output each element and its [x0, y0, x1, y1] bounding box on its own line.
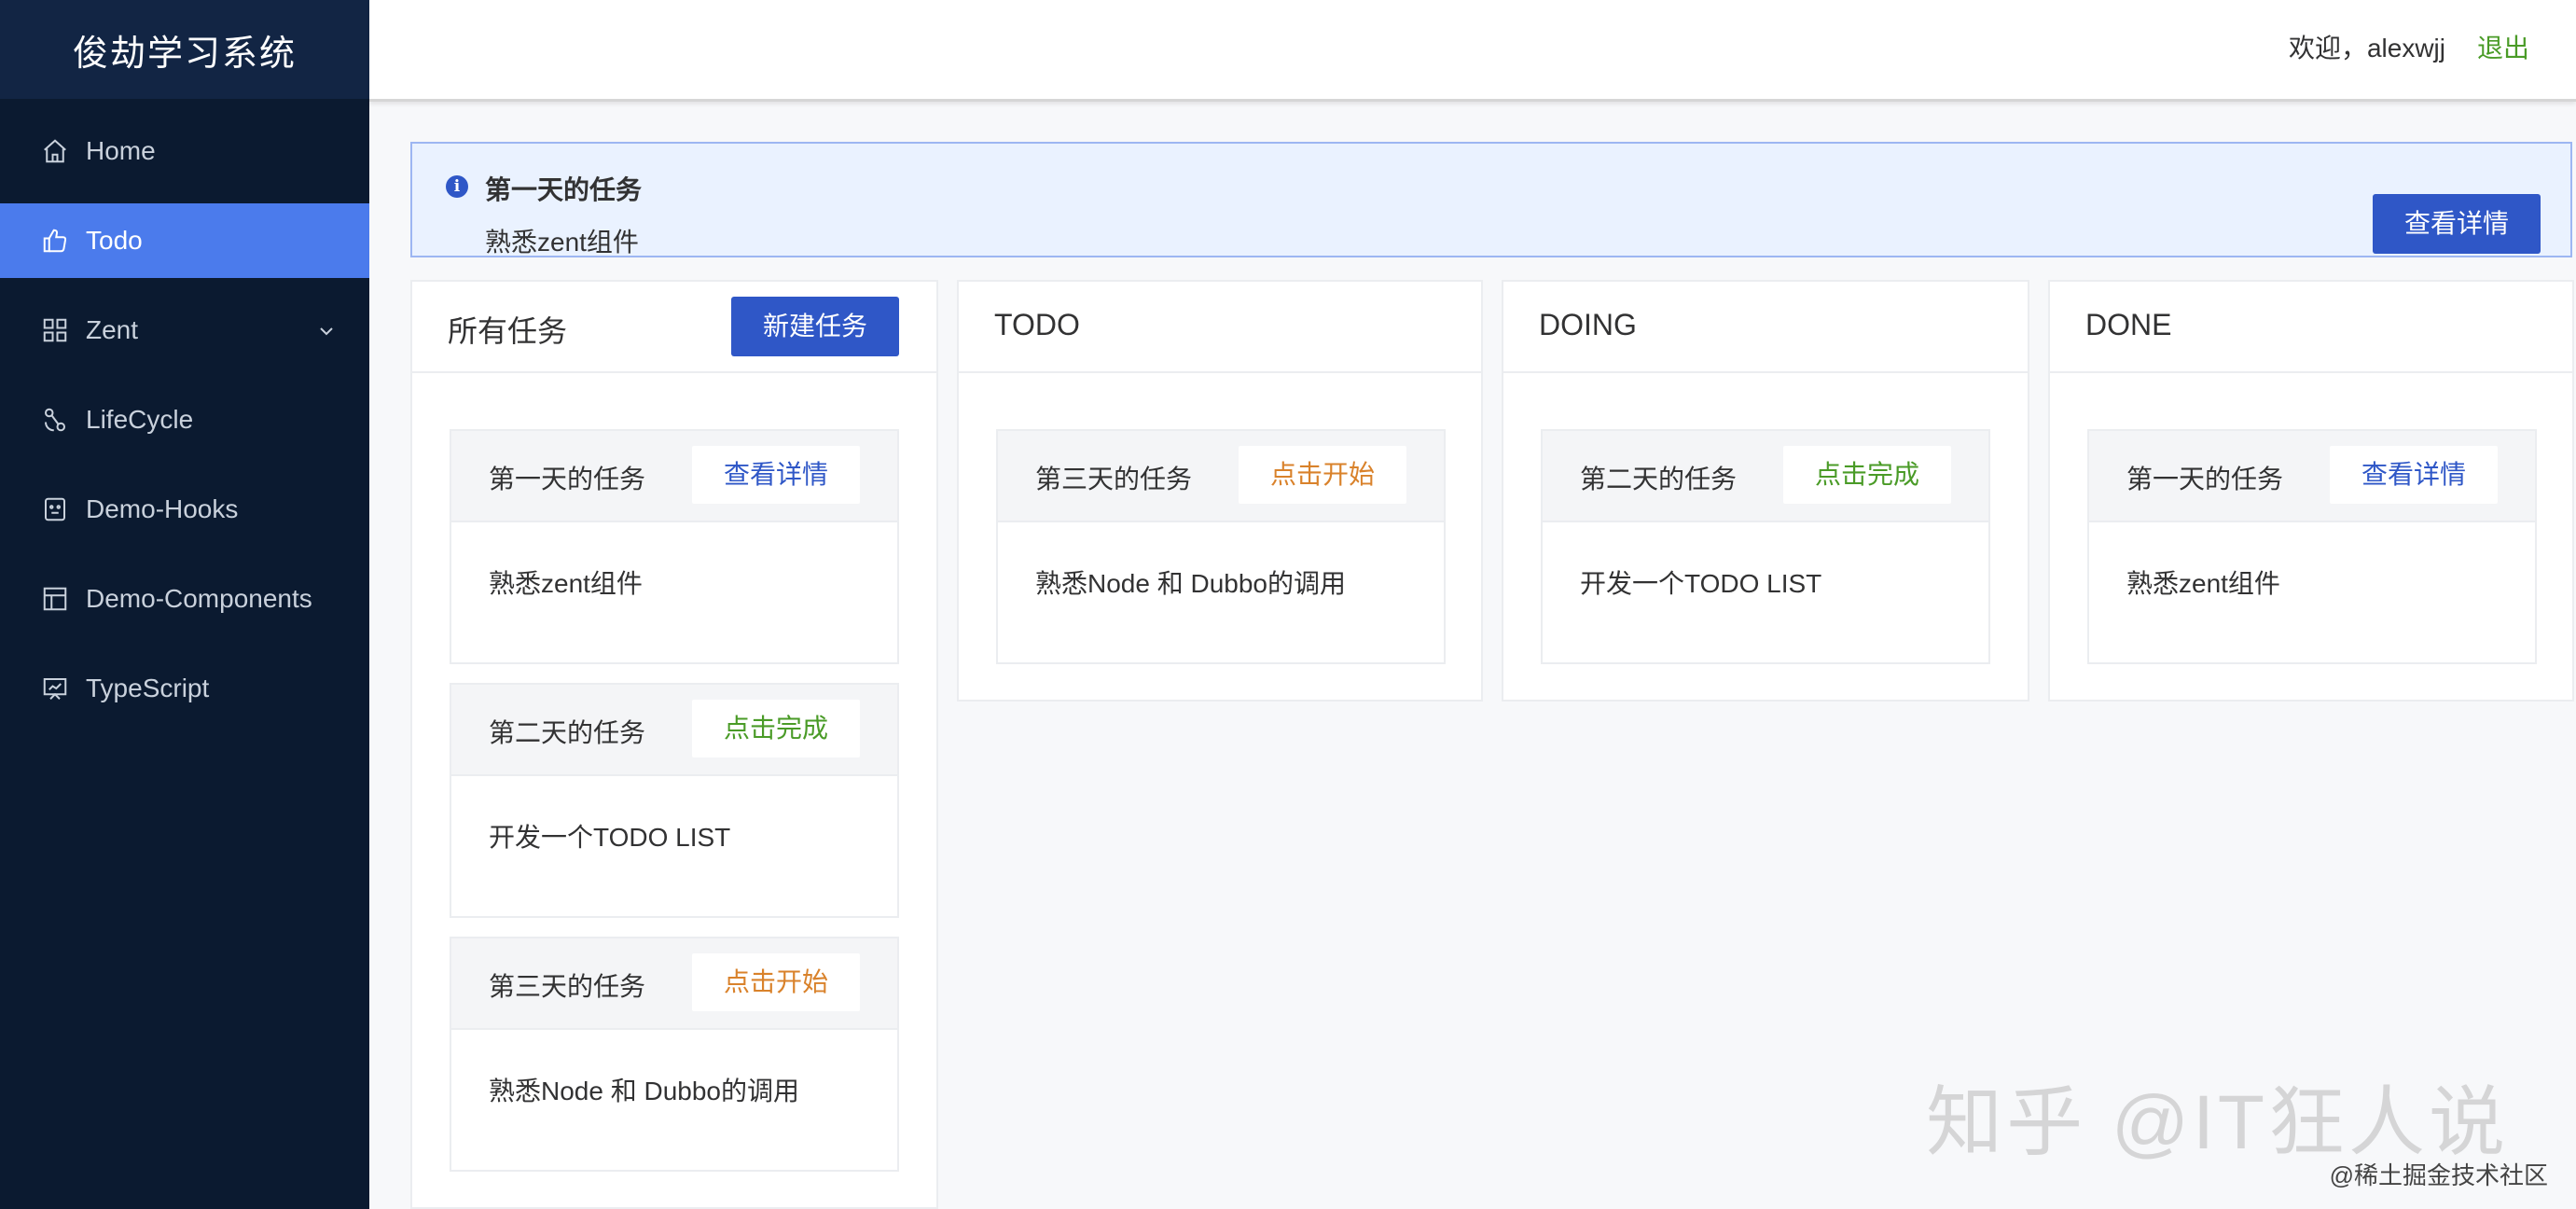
task-card: 第三天的任务 点击开始 熟悉Node 和 Dubbo的调用 — [450, 937, 899, 1172]
notice-title: 第一天的任务 — [485, 175, 643, 204]
task-card-header: 第三天的任务 点击开始 — [451, 938, 897, 1030]
task-card: 第二天的任务 点击完成 开发一个TODO LIST — [1541, 429, 1990, 664]
logout-link[interactable]: 退出 — [2477, 28, 2529, 65]
column-doing: DOING 第二天的任务 点击完成 开发一个TODO LIST — [1502, 280, 2029, 702]
view-details-button[interactable]: 查看详情 — [2373, 194, 2541, 254]
chevron-down-icon[interactable] — [315, 319, 338, 341]
info-notice: i 第一天的任务 熟悉zent组件 查看详情 — [410, 142, 2572, 257]
sidebar-item-demo-hooks[interactable]: Demo-Hooks — [0, 472, 369, 547]
task-title: 第一天的任务 — [2126, 465, 2284, 493]
main-content: i 第一天的任务 熟悉zent组件 查看详情 所有任务 新建任务 第一天的任务 … — [392, 123, 2576, 1209]
column-done: DONE 第一天的任务 查看详情 熟悉zent组件 — [2048, 280, 2574, 702]
task-card: 第二天的任务 点击完成 开发一个TODO LIST — [450, 683, 899, 918]
home-icon — [41, 137, 69, 165]
task-title: 第二天的任务 — [489, 718, 646, 747]
sidebar-item-demo-components[interactable]: Demo-Components — [0, 562, 369, 636]
task-title: 第二天的任务 — [1580, 465, 1738, 493]
task-card-header: 第二天的任务 点击完成 — [451, 685, 897, 776]
view-details-button[interactable]: 查看详情 — [692, 446, 860, 504]
sidebar-item-todo[interactable]: Todo — [0, 203, 369, 278]
task-card: 第一天的任务 查看详情 熟悉zent组件 — [450, 429, 899, 664]
task-card: 第一天的任务 查看详情 熟悉zent组件 — [2087, 429, 2537, 664]
task-title: 第三天的任务 — [1035, 465, 1193, 493]
task-card-header: 第二天的任务 点击完成 — [1543, 431, 1988, 522]
sidebar-item-typescript[interactable]: TypeScript — [0, 651, 369, 726]
task-card-header: 第一天的任务 查看详情 — [451, 431, 897, 522]
sidebar-item-lifecycle[interactable]: LifeCycle — [0, 382, 369, 457]
column-header: TODO — [959, 282, 1481, 373]
sidebar-item-label: Demo-Components — [86, 584, 312, 613]
column-header: DOING — [1503, 282, 2028, 373]
welcome-text: 欢迎，alexwjj — [2288, 34, 2445, 63]
column-header: DONE — [2050, 282, 2572, 373]
new-task-button[interactable]: 新建任务 — [731, 297, 899, 356]
task-title: 第三天的任务 — [489, 972, 646, 1001]
start-button[interactable]: 点击开始 — [692, 953, 860, 1011]
brand-title: 俊劫学习系统 — [0, 0, 369, 99]
sidebar: 俊劫学习系统 Home Todo Zent LifeCycle Demo-Hoo… — [0, 0, 369, 1209]
column-title: 所有任务 — [448, 314, 568, 348]
column-header: 所有任务 新建任务 — [412, 282, 936, 373]
column-todo: TODO 第三天的任务 点击开始 熟悉Node 和 Dubbo的调用 — [957, 280, 1483, 702]
top-header: 欢迎，alexwjj 退出 — [369, 0, 2576, 102]
task-card-header: 第一天的任务 查看详情 — [2089, 431, 2535, 522]
task-title: 第一天的任务 — [489, 465, 646, 493]
watermark-subtext: @稀土掘金技术社区 — [2329, 1161, 2548, 1189]
task-description: 熟悉zent组件 — [2126, 569, 2280, 598]
task-card-header: 第三天的任务 点击开始 — [998, 431, 1444, 522]
task-card: 第三天的任务 点击开始 熟悉Node 和 Dubbo的调用 — [996, 429, 1446, 664]
task-description: 熟悉Node 和 Dubbo的调用 — [1035, 569, 1347, 598]
start-button[interactable]: 点击开始 — [1239, 446, 1406, 504]
sidebar-item-label: TypeScript — [86, 674, 210, 702]
complete-button[interactable]: 点击完成 — [1783, 446, 1951, 504]
column-title: DONE — [2085, 308, 2172, 341]
column-title: DOING — [1539, 308, 1637, 341]
sidebar-item-label: Todo — [86, 226, 143, 255]
column-all-tasks: 所有任务 新建任务 第一天的任务 查看详情 熟悉zent组件 第二天的任务 点击… — [410, 280, 938, 1209]
sidebar-item-label: LifeCycle — [86, 405, 194, 434]
sidebar-item-label: Home — [86, 136, 156, 165]
task-description: 开发一个TODO LIST — [1580, 569, 1822, 598]
info-icon: i — [446, 175, 468, 198]
column-title: TODO — [994, 308, 1080, 341]
view-details-button[interactable]: 查看详情 — [2330, 446, 2498, 504]
notice-description: 熟悉zent组件 — [485, 228, 639, 257]
task-description: 熟悉Node 和 Dubbo的调用 — [489, 1077, 800, 1105]
layout-icon — [41, 585, 69, 613]
grid-icon — [41, 316, 69, 344]
sidebar-item-label: Demo-Hooks — [86, 494, 239, 523]
task-description: 熟悉zent组件 — [489, 569, 643, 598]
watermark-text: 知乎 @IT狂人说 — [1926, 1080, 2509, 1165]
task-description: 开发一个TODO LIST — [489, 823, 731, 852]
sidebar-item-zent[interactable]: Zent — [0, 293, 369, 368]
sidebar-item-label: Zent — [86, 315, 139, 344]
complete-button[interactable]: 点击完成 — [692, 700, 860, 757]
presentation-icon — [41, 674, 69, 702]
sidebar-item-home[interactable]: Home — [0, 114, 369, 188]
cycle-icon — [41, 406, 69, 434]
robot-icon — [41, 495, 69, 523]
thumbs-up-icon — [41, 227, 69, 255]
